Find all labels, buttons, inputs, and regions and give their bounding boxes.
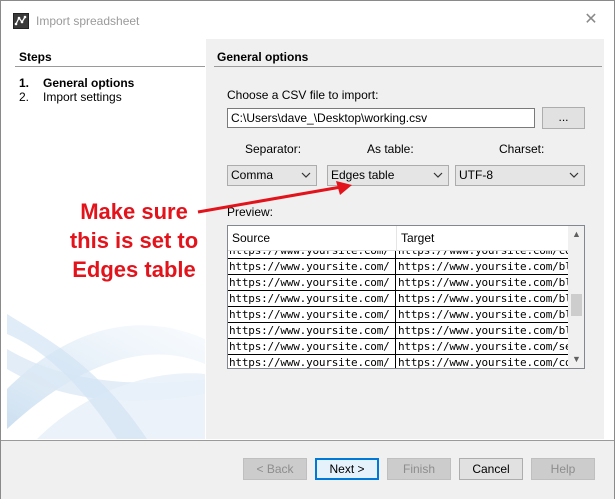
help-button[interactable]: Help <box>531 458 595 480</box>
browse-button[interactable]: ... <box>542 107 585 129</box>
scroll-down-icon[interactable]: ▼ <box>568 351 584 368</box>
separator-label: Separator: <box>245 142 302 156</box>
window-title: Import spreadsheet <box>36 14 140 28</box>
instruction-annotation: Make sure this is set to Edges table <box>57 197 211 284</box>
steps-header: Steps <box>19 50 52 64</box>
source-cell: https://www.yoursite.com/ <box>228 251 396 258</box>
section-title: General options <box>217 50 309 64</box>
source-cell: https://www.yoursite.com/ <box>228 275 396 290</box>
as-table-label: As table: <box>367 142 414 156</box>
table-row[interactable]: https://www.yoursite.com/https://www.you… <box>228 259 568 275</box>
title-bar: Import spreadsheet ✕ <box>1 1 614 37</box>
source-cell: https://www.yoursite.com/ <box>228 355 396 368</box>
divider <box>214 66 602 67</box>
preview-table[interactable]: Source Target https://www.yoursite.com/h… <box>227 225 585 369</box>
source-cell: https://www.yoursite.com/ <box>228 291 396 306</box>
csv-file-path-field[interactable]: C:\Users\dave_\Desktop\working.csv <box>227 108 535 128</box>
table-row[interactable]: https://www.yoursite.com/https://www.you… <box>228 291 568 307</box>
chevron-down-icon <box>569 172 579 178</box>
target-cell: https://www.yoursite.com/blog/ <box>398 260 568 273</box>
preview-table-body: https://www.yoursite.com/https://www.you… <box>228 251 568 369</box>
target-cell: https://www.yoursite.com/com... <box>397 251 568 258</box>
column-header-target[interactable]: Target <box>397 226 568 251</box>
table-row[interactable]: https://www.yoursite.com/https://www.you… <box>228 251 568 259</box>
table-row[interactable]: https://www.yoursite.com/https://www.you… <box>228 355 568 369</box>
target-cell: https://www.yoursite.com/cont... <box>398 356 568 369</box>
source-cell: https://www.yoursite.com/ <box>228 339 396 354</box>
target-cell: https://www.yoursite.com/servi... <box>398 340 568 353</box>
annotation-line: Make sure <box>80 199 188 224</box>
target-cell: https://www.yoursite.com/blog/... <box>398 276 568 289</box>
annotation-line: Edges table <box>72 257 196 282</box>
step-label: General options <box>43 76 135 90</box>
target-cell: https://www.yoursite.com/blog-... <box>398 308 568 321</box>
preview-table-header: Source Target <box>228 226 568 251</box>
chevron-down-icon <box>433 172 443 178</box>
annotation-line: this is set to <box>69 228 199 253</box>
spreadsheet-app-icon <box>13 13 29 29</box>
divider <box>15 66 205 67</box>
import-spreadsheet-dialog: Import spreadsheet ✕ Steps 1. General opt… <box>0 0 615 499</box>
target-cell: https://www.yoursite.com/blog/... <box>398 292 568 305</box>
finish-button[interactable]: Finish <box>387 458 451 480</box>
table-row[interactable]: https://www.yoursite.com/https://www.you… <box>228 323 568 339</box>
back-button[interactable]: < Back <box>243 458 307 480</box>
step-label: Import settings <box>43 90 122 104</box>
source-cell: https://www.yoursite.com/ <box>228 307 396 322</box>
decorative-swoosh-graphic <box>7 314 205 439</box>
step-number: 1. <box>19 76 30 90</box>
scroll-thumb[interactable] <box>571 294 582 316</box>
target-cell: https://www.yoursite.com/blog-... <box>398 324 568 337</box>
step-import-settings: 2. Import settings <box>19 90 122 104</box>
charset-value: UTF-8 <box>459 168 493 182</box>
scroll-up-icon[interactable]: ▲ <box>568 226 584 243</box>
vertical-scrollbar[interactable]: ▲ ▼ <box>568 226 584 368</box>
charset-label: Charset: <box>499 142 545 156</box>
source-cell: https://www.yoursite.com/ <box>228 323 396 338</box>
charset-select[interactable]: UTF-8 <box>455 165 585 186</box>
step-general-options: 1. General options <box>19 76 134 90</box>
annotation-arrow <box>197 181 352 214</box>
step-number: 2. <box>19 90 30 104</box>
source-cell: https://www.yoursite.com/ <box>228 259 396 274</box>
file-label: Choose a CSV file to import: <box>227 88 379 102</box>
table-row[interactable]: https://www.yoursite.com/https://www.you… <box>228 275 568 291</box>
column-header-source[interactable]: Source <box>228 226 396 251</box>
cancel-button[interactable]: Cancel <box>459 458 523 480</box>
close-icon[interactable]: ✕ <box>581 10 601 30</box>
table-row[interactable]: https://www.yoursite.com/https://www.you… <box>228 339 568 355</box>
table-row[interactable]: https://www.yoursite.com/https://www.you… <box>228 307 568 323</box>
next-button[interactable]: Next > <box>315 458 379 480</box>
general-options-panel: General options Choose a CSV file to imp… <box>206 39 604 439</box>
